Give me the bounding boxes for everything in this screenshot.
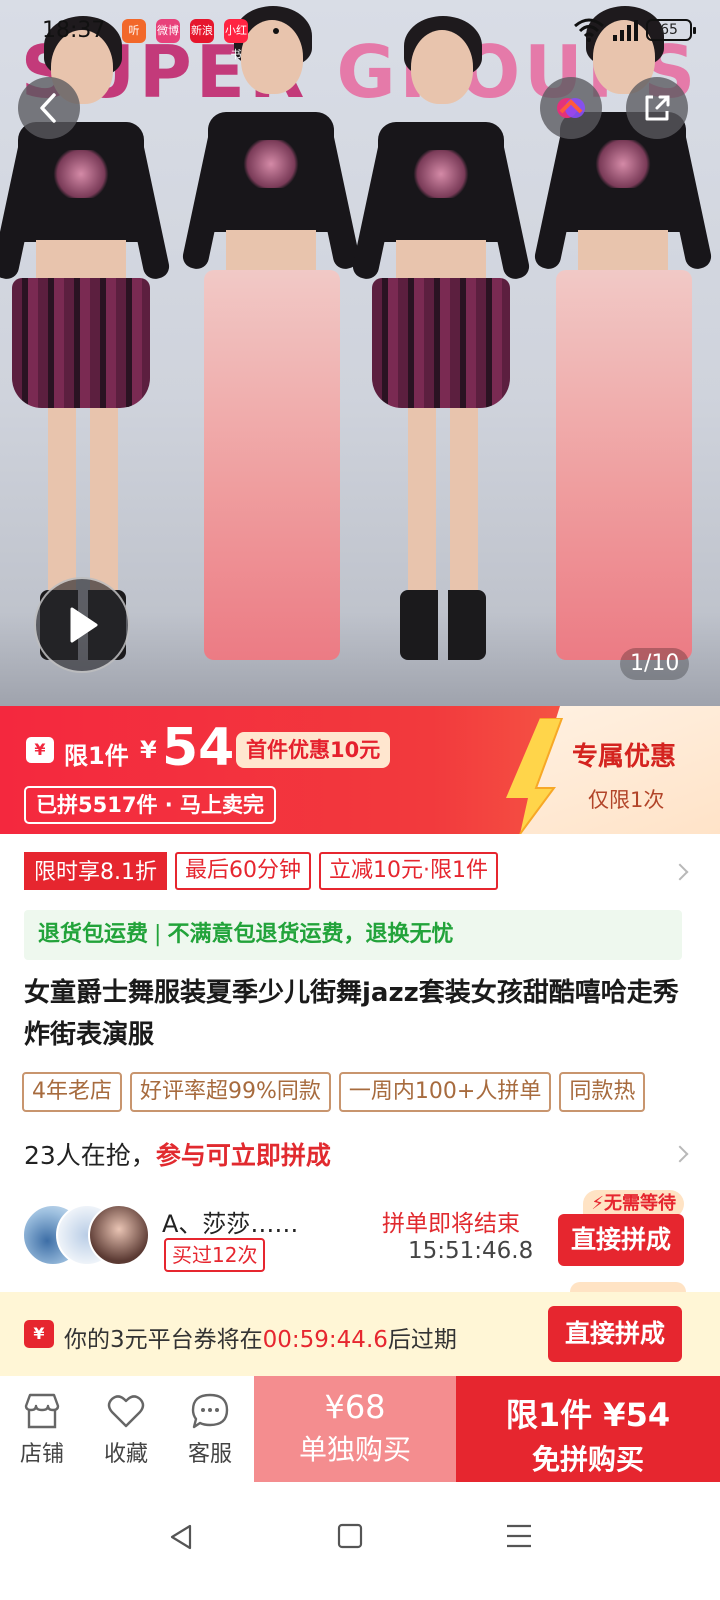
customer-service-button[interactable]: 客服 — [170, 1392, 250, 1468]
status-bar: 18:37 听 微博 新浪 小红书 65 — [0, 0, 720, 62]
join-group-button[interactable]: 直接拼成 — [558, 1214, 684, 1266]
similar-hot-badge: 同款热 — [559, 1072, 646, 1112]
return-guarantee-label: 不满意包退货运费，退换无忧 — [167, 922, 454, 947]
buy-without-group-button[interactable]: 限1件 ¥54 免拼购买 — [456, 1376, 720, 1482]
lightning-icon — [506, 718, 564, 834]
chat-bubble-icon — [191, 1393, 229, 1429]
bought-times-badge: 买过12次 — [164, 1238, 266, 1272]
exclusive-offer-title: 专属优惠 — [572, 742, 677, 772]
shop-badges-row[interactable]: 4年老店 好评率超99%同款 一周内100+人拼单 同款热 — [22, 1072, 646, 1112]
voucher-expiry-bar: ¥ 你的3元平台券将在00:59:44.6后过期 直接拼成 — [0, 1292, 720, 1376]
video-play-button[interactable] — [34, 577, 130, 673]
favorite-button[interactable]: 收藏 — [86, 1392, 166, 1468]
voucher-expiry-text: 你的3元平台券将在00:59:44.6后过期 — [64, 1327, 457, 1353]
single-buy-label: 单独购买 — [298, 1433, 411, 1466]
promo-tags-row[interactable]: 限时享8.1折 最后60分钟 立减10元·限1件 — [24, 852, 498, 890]
shop-age-badge: 4年老店 — [22, 1072, 122, 1112]
nav-menu-icon[interactable] — [504, 1522, 534, 1550]
first-item-discount-tag: 首件优惠10元 — [236, 732, 391, 768]
nav-back-icon[interactable] — [166, 1522, 196, 1552]
price-banner: ¥ 限1件 ¥ 54 首件优惠10元 已拼5517件 · 马上卖完 专属优惠 仅… — [0, 706, 720, 834]
heart-icon — [107, 1395, 145, 1428]
sold-count-tag: 已拼5517件 · 马上卖完 — [24, 786, 277, 824]
join-cta-text: 参与可立即拼成 — [155, 1141, 331, 1170]
model-figure — [180, 6, 362, 680]
shop-label: 店铺 — [19, 1442, 64, 1467]
sina-app-icon: 新浪 — [190, 19, 214, 43]
divider: | — [154, 922, 162, 947]
model-figure — [350, 16, 532, 680]
share-button[interactable] — [626, 77, 688, 139]
avatar — [88, 1204, 150, 1266]
yen-coupon-icon: ¥ — [26, 737, 54, 763]
current-price: 54 — [162, 718, 235, 778]
group-user-name: A、莎莎…… — [162, 1210, 299, 1238]
back-button[interactable] — [18, 77, 80, 139]
last-minutes-tag: 最后60分钟 — [175, 852, 311, 890]
chevron-right-icon[interactable] — [671, 863, 689, 881]
chevron-right-icon[interactable] — [671, 1145, 689, 1163]
weibo-app-icon: 微博 — [156, 19, 180, 43]
coupon-icon: ¥ — [24, 1320, 54, 1348]
shop-button[interactable]: 店铺 — [2, 1392, 82, 1468]
exclusive-offer-sub: 仅限1次 — [588, 788, 665, 812]
notification-dot — [273, 28, 279, 34]
app-logo-button[interactable] — [540, 77, 602, 139]
listen-app-icon: 听 — [122, 19, 146, 43]
single-price: ¥68 — [324, 1388, 386, 1426]
status-time: 18:37 — [42, 18, 106, 43]
xiaohongshu-app-icon: 小红书 — [224, 19, 248, 61]
return-policy-banner[interactable]: 退货包运费 | 不满意包退货运费，退换无忧 — [24, 910, 682, 960]
store-icon — [24, 1393, 60, 1429]
voucher-join-button[interactable]: 直接拼成 — [548, 1306, 682, 1362]
group-buy-summary[interactable]: 23人在抢，参与可立即拼成 — [24, 1136, 331, 1172]
voucher-countdown: 00:59:44.6 — [262, 1327, 388, 1353]
system-navigation-bar — [0, 1482, 720, 1600]
group-countdown: 15:51:46.8 — [408, 1238, 534, 1264]
product-title: 女童爵士舞服装夏季少儿街舞jazz套装女孩甜酷嘻哈走秀炸街表演服 — [24, 978, 679, 1050]
chevron-left-icon — [40, 93, 56, 123]
share-icon — [645, 95, 670, 121]
signal-icon — [613, 19, 638, 41]
battery-indicator: 65 — [646, 19, 696, 41]
group-buy-row: A、莎莎…… 买过12次 拼单即将结束 15:51:46.8 ⚡无需等待 直接拼… — [22, 1190, 698, 1276]
weekly-orders-badge: 一周内100+人拼单 — [338, 1072, 552, 1112]
discount-tag: 限时享8.1折 — [24, 852, 167, 890]
buy-single-button[interactable]: ¥68 单独购买 — [254, 1376, 456, 1482]
avatar-group — [22, 1204, 152, 1266]
group-buy-label: 免拼购买 — [531, 1443, 644, 1476]
play-icon — [70, 607, 98, 643]
rating-badge: 好评率超99%同款 — [130, 1072, 331, 1112]
group-price: 限1件 ¥54 — [505, 1396, 671, 1434]
bottom-action-bar: 店铺 收藏 客服 ¥68 单独购买 限1件 ¥54 免拼购买 — [0, 1376, 720, 1482]
notification-icons: 听 微博 新浪 小红书 — [122, 19, 248, 61]
nav-home-icon[interactable] — [336, 1522, 364, 1550]
return-freight-label: 退货包运费 — [38, 922, 149, 947]
image-counter: 1/10 — [620, 648, 690, 680]
service-label: 客服 — [187, 1442, 232, 1467]
pinduoduo-logo-icon — [557, 98, 585, 118]
grab-count: 23人在抢， — [24, 1141, 156, 1170]
instant-off-tag: 立减10元·限1件 — [319, 852, 498, 890]
currency-symbol: ¥ — [140, 736, 157, 764]
wifi-icon — [574, 18, 604, 42]
limit-label: 限1件 — [64, 742, 129, 770]
favorite-label: 收藏 — [103, 1442, 148, 1467]
group-ending-label: 拼单即将结束 — [382, 1211, 520, 1237]
